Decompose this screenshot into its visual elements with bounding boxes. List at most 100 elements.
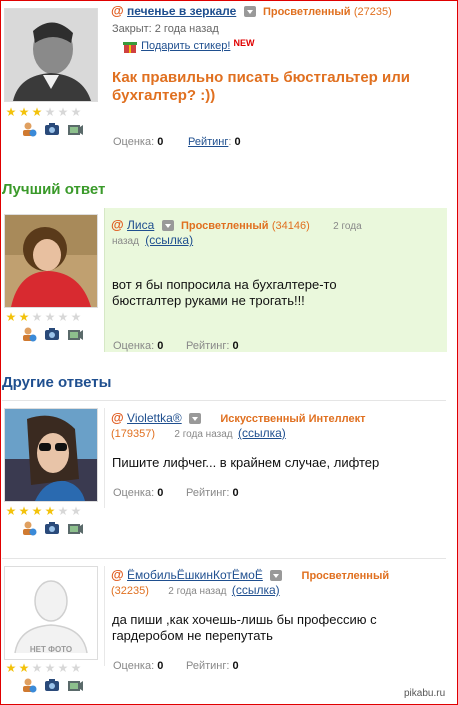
question-header: @ печенье в зеркале Просветленный (27235… [111, 3, 392, 18]
answer-1-stars: ★ ★ ★ ★ ★ ★ [5, 505, 82, 517]
answer-1-rank: Искусственный Интеллект [220, 413, 366, 425]
star-icon: ★ [5, 310, 17, 324]
question-author-stars: ★ ★ ★ ★ ★ ★ [5, 106, 82, 118]
best-answer-rating: Рейтинг: 0 [186, 340, 239, 352]
answer-2-rank: Просветленный [301, 570, 390, 582]
profile-icon[interactable] [21, 326, 37, 342]
camera-icon[interactable] [44, 677, 60, 693]
star-icon: ★ [5, 105, 17, 119]
answer-2-permalink[interactable]: (ссылка) [232, 583, 280, 597]
best-answer-stars: ★ ★ ★ ★ ★ ★ [5, 311, 82, 323]
star-icon: ★ [57, 310, 69, 324]
gift-icon[interactable] [122, 38, 138, 54]
answer-1-separator [104, 408, 105, 508]
answer-1-permalink[interactable]: (ссылка) [238, 426, 286, 440]
star-icon: ★ [70, 310, 82, 324]
question-author-icons [21, 121, 83, 137]
question-author-rank: Просветленный [262, 6, 351, 18]
star-icon: ★ [18, 504, 30, 518]
answer-2-author-link[interactable]: ЁмобильЁшкинКотЁмоЁ [127, 568, 263, 582]
star-icon: ★ [44, 310, 56, 324]
rating-link[interactable]: Рейтинг [188, 136, 228, 148]
best-answer-rank: Просветленный [180, 220, 269, 232]
at-icon: @ [111, 217, 124, 232]
best-answer-points: (34146) [271, 220, 310, 232]
best-answer-author-link[interactable]: Лиса [127, 218, 154, 232]
question-author-avatar[interactable] [4, 8, 98, 102]
profile-icon[interactable] [21, 121, 37, 137]
watermark: pikabu.ru [404, 688, 446, 699]
answer-2-score: Оценка: 0 [113, 660, 164, 672]
divider [2, 400, 446, 401]
camera-icon[interactable] [44, 520, 60, 536]
profile-icon[interactable] [21, 520, 37, 536]
divider [2, 558, 446, 559]
best-answer-meta: назад (ссылка) [112, 233, 193, 247]
best-answer-header: @ Лиса Просветленный (34146) 2 года [111, 217, 362, 232]
star-icon: ★ [18, 310, 30, 324]
chevron-down-icon[interactable] [161, 220, 174, 232]
video-icon[interactable] [67, 677, 83, 693]
question-author-points: (27235) [353, 6, 392, 18]
star-icon: ★ [31, 310, 43, 324]
video-icon[interactable] [67, 121, 83, 137]
profile-icon[interactable] [21, 677, 37, 693]
star-icon: ★ [44, 661, 56, 675]
best-answer-avatar[interactable] [4, 214, 98, 308]
answer-1-header: @ Violettka® Искусственный Интеллект [111, 410, 366, 425]
best-answer-text: вот я бы попросила на бухгалтере-то бюст… [112, 277, 337, 308]
camera-icon[interactable] [44, 326, 60, 342]
best-answer-score: Оценка: 0 [113, 340, 164, 352]
video-icon[interactable] [67, 520, 83, 536]
answer-1-icons [21, 520, 83, 536]
answer-2-icons [21, 677, 83, 693]
answer-2-stars: ★ ★ ★ ★ ★ ★ [5, 662, 82, 674]
question-score: Оценка: 0 [113, 136, 164, 148]
answer-2-separator [104, 566, 105, 666]
star-icon: ★ [44, 105, 56, 119]
star-icon: ★ [70, 105, 82, 119]
star-icon: ★ [5, 504, 17, 518]
star-icon: ★ [57, 504, 69, 518]
chevron-down-icon[interactable] [243, 6, 256, 18]
at-icon: @ [111, 410, 124, 425]
answer-2-avatar[interactable]: НЕТ ФОТО [4, 566, 98, 660]
star-icon: ★ [31, 661, 43, 675]
answer-2-header: @ ЁмобильЁшкинКотЁмоЁ Просветленный [111, 567, 389, 582]
answer-1-time: 2 года назад [174, 429, 233, 440]
camera-icon[interactable] [44, 121, 60, 137]
chevron-down-icon[interactable] [270, 570, 283, 582]
best-answer-permalink[interactable]: (ссылка) [145, 233, 193, 247]
answer-1-rating: Рейтинг: 0 [186, 487, 239, 499]
answer-2-rating: Рейтинг: 0 [186, 660, 239, 672]
star-icon: ★ [31, 105, 43, 119]
at-icon: @ [111, 3, 124, 18]
best-answer-time-part2: назад [112, 236, 139, 247]
video-icon[interactable] [67, 326, 83, 342]
star-icon: ★ [31, 504, 43, 518]
answer-1-text: Пишите лифчег... в крайнем случае, лифте… [112, 455, 380, 470]
answer-2-time: 2 года назад [168, 586, 227, 597]
question-status: Закрыт: 2 года назад [112, 23, 219, 35]
best-answer-time-part1: 2 года [333, 221, 362, 232]
answer-1-score: Оценка: 0 [113, 487, 164, 499]
question-rating: Рейтинг: 0 [188, 136, 241, 148]
answer-2-text: да пиши ,как хочешь-лишь бы профессию с … [112, 612, 377, 643]
question-author-link[interactable]: печенье в зеркале [127, 4, 236, 18]
answer-1-avatar[interactable] [4, 408, 98, 502]
answer-2-meta: (32235) 2 года назад (ссылка) [111, 583, 280, 597]
new-badge: NEW [233, 38, 255, 48]
answer-1-points: (179357) [111, 428, 156, 440]
answer-2-points: (32235) [111, 585, 149, 597]
question-title: Как правильно писать бюстгальтер или бух… [112, 69, 410, 104]
star-icon: ★ [70, 504, 82, 518]
best-answer-icons [21, 326, 83, 342]
answer-1-author-link[interactable]: Violettka® [127, 411, 182, 425]
gift-row: Подарить стикер! NEW [122, 38, 254, 54]
star-icon: ★ [57, 105, 69, 119]
chevron-down-icon[interactable] [189, 413, 202, 425]
star-icon: ★ [18, 105, 30, 119]
star-icon: ★ [44, 504, 56, 518]
gift-sticker-link[interactable]: Подарить стикер! [141, 40, 230, 52]
star-icon: ★ [57, 661, 69, 675]
